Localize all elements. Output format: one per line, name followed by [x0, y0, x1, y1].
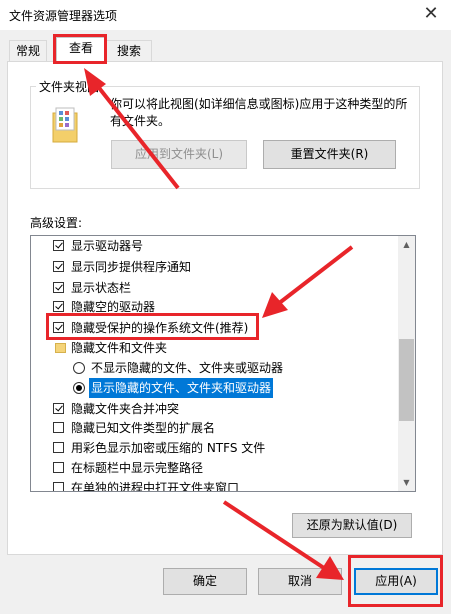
ok-button[interactable]: 确定	[163, 568, 247, 595]
annotation-box-apply	[348, 555, 443, 607]
checkbox[interactable]	[53, 301, 64, 312]
folder-views-description: 你可以将此视图(如详细信息或图标)应用于这种类型的所有文件夹。	[110, 97, 408, 128]
folder-icon	[55, 343, 66, 353]
radio-button[interactable]	[73, 382, 85, 394]
list-item-label: 隐藏文件和文件夹	[71, 341, 168, 355]
checkbox[interactable]	[53, 462, 64, 473]
cancel-button[interactable]: 取消	[258, 568, 342, 595]
checkbox[interactable]	[53, 422, 64, 433]
folder-views-label: 文件夹视图	[36, 78, 103, 95]
list-item-label: 显示驱动器号	[71, 239, 144, 253]
checkbox[interactable]	[53, 261, 64, 272]
list-item-label: 显示状态栏	[71, 281, 132, 295]
annotation-box-protected-files	[46, 313, 259, 340]
list-item-label: 不显示隐藏的文件、文件夹或驱动器	[91, 361, 284, 375]
radio-button[interactable]	[73, 362, 85, 374]
list-item-label: 隐藏文件夹合并冲突	[71, 402, 180, 416]
checkbox[interactable]	[53, 282, 64, 293]
tab-general[interactable]: 常规	[9, 40, 47, 62]
window-title: 文件资源管理器选项	[9, 9, 118, 23]
list-item-label: 隐藏已知文件类型的扩展名	[71, 421, 216, 435]
list-item-label: 在单独的进程中打开文件夹窗口	[71, 481, 240, 492]
tab-search[interactable]: 搜索	[106, 40, 152, 62]
annotation-box-view-tab	[53, 34, 107, 64]
scrollbar-thumb[interactable]	[399, 339, 414, 421]
checkbox[interactable]	[53, 442, 64, 453]
advanced-settings-list[interactable]: 显示驱动器号 显示同步提供程序通知 显示状态栏 隐藏空的驱动器 隐藏受保护的操作…	[30, 235, 416, 492]
list-item-label: 用彩色显示加密或压缩的 NTFS 文件	[71, 441, 266, 455]
checkbox[interactable]	[53, 240, 64, 251]
checkbox[interactable]	[53, 403, 64, 414]
scroll-up-icon[interactable]: ▲	[398, 236, 415, 253]
reset-folders-button[interactable]: 重置文件夹(R)	[263, 140, 396, 169]
close-icon[interactable]: ✕	[419, 3, 443, 25]
apply-to-folders-button[interactable]: 应用到文件夹(L)	[111, 140, 247, 169]
restore-defaults-button[interactable]: 还原为默认值(D)	[292, 513, 412, 538]
list-item-label: 显示同步提供程序通知	[71, 260, 192, 274]
list-item-label: 在标题栏中显示完整路径	[71, 461, 204, 475]
list-item-label: 显示隐藏的文件、文件夹和驱动器	[89, 378, 274, 398]
checkbox[interactable]	[53, 482, 64, 491]
scroll-down-icon[interactable]: ▼	[398, 474, 415, 491]
advanced-settings-label: 高级设置:	[30, 216, 83, 230]
folder-icon	[52, 107, 78, 143]
